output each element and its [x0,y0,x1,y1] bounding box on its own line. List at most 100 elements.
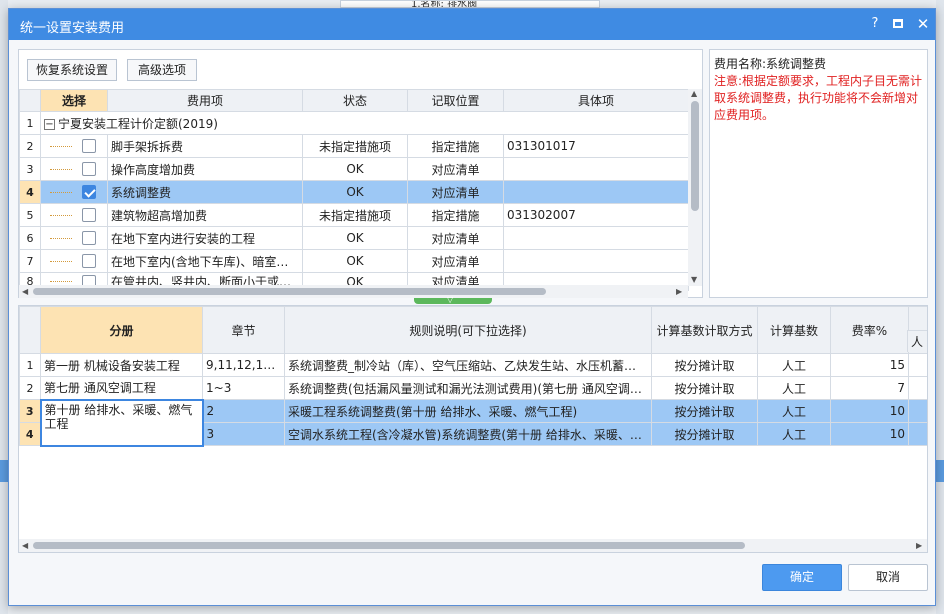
scroll-down-icon[interactable]: ▼ [691,275,697,284]
header-extra-sub: 人工 [907,330,927,352]
volume-cell[interactable]: 第一册 机械设备安装工程 [40,353,203,377]
horizontal-scrollbar[interactable]: ◀ ▶ [19,285,688,298]
volume-cell[interactable]: 第七册 通风空调工程 [40,376,203,400]
header-rate[interactable]: 费率% [830,306,909,354]
rule-cell[interactable]: 空调水系统工程(含冷凝水管)系统调整费(第十册 给排水、采暖、… [284,422,652,446]
tree-connector [50,237,72,239]
panel-splitter[interactable]: ▽ [414,295,492,304]
tree-connector [50,145,72,147]
status-cell: 未指定措施项 [302,203,408,227]
help-icon[interactable]: ? [866,15,884,33]
select-checkbox[interactable] [82,139,96,154]
header-base-method[interactable]: 计算基数计取方式 [651,306,758,354]
header-volume[interactable]: 分册 [40,306,203,354]
select-checkbox[interactable] [82,254,96,269]
base-method-cell[interactable]: 按分摊计取 [651,376,758,400]
group-label: 宁夏安装工程计价定额(2019) [58,116,218,131]
collapse-icon[interactable]: − [44,118,55,130]
select-cell[interactable] [40,249,108,273]
scrollbar-thumb[interactable] [33,542,745,549]
volume-cell-editing[interactable]: 第十册 给排水、采暖、燃气工程 [39,398,204,447]
base-method-cell[interactable]: 按分摊计取 [651,399,758,423]
table-row[interactable]: 3 操作高度增加费 OK 对应清单 [19,157,689,181]
scroll-up-icon[interactable]: ▲ [691,89,697,98]
position-cell[interactable]: 对应清单 [407,180,504,204]
select-cell[interactable] [40,134,108,158]
rate-cell[interactable]: 10 [830,399,909,423]
cancel-button[interactable]: 取消 [848,564,928,591]
header-rule[interactable]: 规则说明(可下拉选择) [284,306,652,354]
select-cell[interactable] [40,226,108,250]
detail-cell[interactable] [503,157,689,181]
position-cell[interactable]: 指定措施 [407,134,504,158]
table-row[interactable]: 1 − 宁夏安装工程计价定额(2019) [19,111,689,135]
scroll-right-icon[interactable]: ▶ [676,287,682,296]
maximize-icon[interactable] [889,15,907,33]
scrollbar-thumb[interactable] [691,101,699,211]
rule-cell[interactable]: 采暖工程系统调整费(第十册 给排水、采暖、燃气工程) [284,399,652,423]
header-fee-item[interactable]: 费用项 [107,89,303,112]
advanced-options-button[interactable]: 高级选项 [127,59,197,81]
select-checkbox[interactable] [82,231,96,246]
horizontal-scrollbar[interactable]: ◀ ▶ [18,539,928,553]
chapter-cell[interactable]: 9,11,12,13… [202,353,285,377]
select-cell[interactable] [40,157,108,181]
rule-cell[interactable]: 系统调整费_制冷站（库）、空气压缩站、乙炔发生站、水压机蓄… [284,353,652,377]
table-row[interactable]: 1 第一册 机械设备安装工程 9,11,12,13… 系统调整费_制冷站（库）、… [19,353,927,377]
base-method-cell[interactable]: 按分摊计取 [651,353,758,377]
header-chapter[interactable]: 章节 [202,306,285,354]
row-number: 4 [19,422,41,446]
rate-cell[interactable]: 7 [830,376,909,400]
select-checkbox-checked[interactable] [82,185,96,200]
dialog-title: 统一设置安装费用 [20,21,125,36]
table-row[interactable]: 7 在地下室内(含地下车库)、暗室… OK 对应清单 [19,249,689,273]
dialog-titlebar[interactable]: 统一设置安装费用 ? ✕ [9,9,935,40]
table-row-selected[interactable]: 4 系统调整费 OK 对应清单 [19,180,689,204]
rate-cell[interactable]: 10 [830,422,909,446]
close-icon[interactable]: ✕ [914,15,932,33]
select-cell[interactable] [40,203,108,227]
base-cell[interactable]: 人工 [757,399,831,423]
table-row[interactable]: 5 建筑物超高增加费 未指定措施项 指定措施 031302007 [19,203,689,227]
chapter-cell[interactable]: 3 [202,422,285,446]
tree-connector [50,191,72,193]
chapter-cell[interactable]: 2 [202,399,285,423]
detail-cell[interactable]: 031302007 [503,203,689,227]
base-cell[interactable]: 人工 [757,353,831,377]
select-checkbox[interactable] [82,162,96,177]
rate-cell[interactable]: 15 [830,353,909,377]
ok-button[interactable]: 确定 [762,564,842,591]
table-row[interactable]: 2 第七册 通风空调工程 1~3 系统调整费(包括漏风量测试和漏光法测试费用)(… [19,376,927,400]
base-method-cell[interactable]: 按分摊计取 [651,422,758,446]
position-cell[interactable]: 对应清单 [407,226,504,250]
detail-cell[interactable] [503,226,689,250]
position-cell[interactable]: 对应清单 [407,249,504,273]
header-select[interactable]: 选择 [40,89,108,112]
base-cell[interactable]: 人工 [757,422,831,446]
scroll-left-icon[interactable]: ◀ [22,541,28,550]
vertical-scrollbar[interactable]: ▲ ▼ [688,89,702,286]
table-row-selected[interactable]: 3 第十册 给排水、采暖、燃气工程 2 采暖工程系统调整费(第十册 给排水、采暖… [19,398,927,447]
base-cell[interactable]: 人工 [757,376,831,400]
detail-cell[interactable]: 031301017 [503,134,689,158]
scroll-right-icon[interactable]: ▶ [916,541,922,550]
table-row[interactable]: 6 在地下室内进行安装的工程 OK 对应清单 [19,226,689,250]
rule-cell[interactable]: 系统调整费(包括漏风量测试和漏光法测试费用)(第七册 通风空调… [284,376,652,400]
detail-cell[interactable] [503,180,689,204]
select-cell[interactable] [40,180,108,204]
restore-defaults-button[interactable]: 恢复系统设置 [27,59,117,81]
chapter-cell[interactable]: 1~3 [202,376,285,400]
detail-cell[interactable] [503,249,689,273]
position-cell[interactable]: 指定措施 [407,203,504,227]
extra-cell [908,422,927,446]
status-cell: OK [302,249,408,273]
header-detail[interactable]: 具体项 [503,89,689,112]
table-row[interactable]: 2 脚手架拆拆费 未指定措施项 指定措施 031301017 [19,134,689,158]
header-base[interactable]: 计算基数 [757,306,831,354]
header-status[interactable]: 状态 [302,89,408,112]
header-position[interactable]: 记取位置 [407,89,504,112]
position-cell[interactable]: 对应清单 [407,157,504,181]
select-checkbox[interactable] [82,208,96,223]
scrollbar-thumb[interactable] [33,288,546,295]
scroll-left-icon[interactable]: ◀ [22,287,28,296]
